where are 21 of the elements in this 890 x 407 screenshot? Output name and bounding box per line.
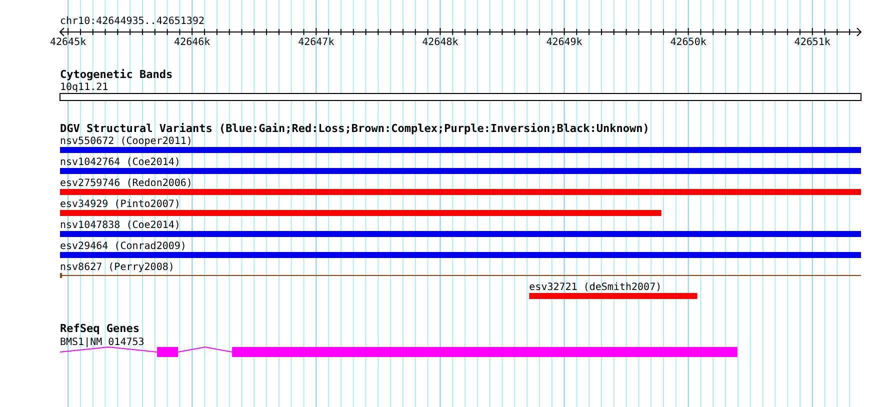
variant-label: esv34929 (Pinto2007) — [60, 199, 180, 210]
variant-label: esv32721 (deSmith2007) — [529, 282, 662, 293]
track-title: Cytogenetic Bands — [60, 68, 173, 81]
variant-label: nsv1042764 (Coe2014) — [60, 157, 180, 168]
variant-label: nsv550672 (Cooper2011) — [60, 136, 192, 147]
variant-label: esv2759746 (Redon2006) — [60, 178, 192, 189]
location-label: chr10:42644935..42651392 — [60, 16, 204, 27]
ruler-tick-label: 42646k — [174, 37, 210, 48]
ruler-tick-label: 42650k — [670, 37, 706, 48]
ruler-tick-label: 42648k — [422, 37, 458, 48]
track-title: RefSeq Genes — [60, 322, 140, 335]
variant-label: esv29464 (Conrad2009) — [60, 241, 186, 252]
track-title: DGV Structural Variants (Blue:Gain;Red:Loss;Brown:Complex;Purple:Inversion;Black:Unknown) — [60, 122, 650, 135]
cytoband-label: 10q11.21 — [60, 82, 108, 93]
variant-label: nsv1047838 (Coe2014) — [60, 220, 180, 231]
ruler-tick-label: 42649k — [546, 37, 582, 48]
ruler-tick-label: 42647k — [298, 37, 334, 48]
variant-label: nsv8627 (Perry2008) — [60, 262, 174, 273]
ruler-tick-label: 42651k — [794, 37, 830, 48]
gene-label: BMS1|NM_014753 — [60, 337, 144, 348]
ruler-tick-label: 42645k — [50, 37, 86, 48]
